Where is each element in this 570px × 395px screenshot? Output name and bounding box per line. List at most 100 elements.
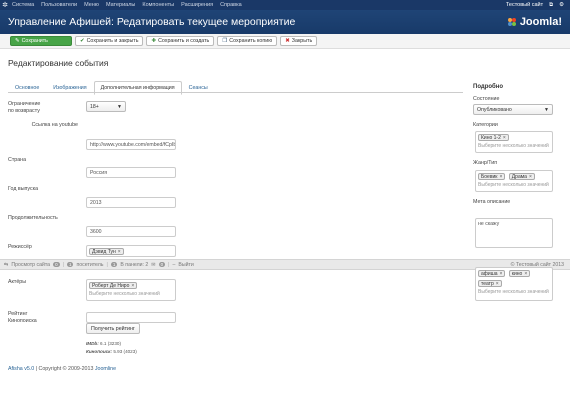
remove-chip-icon[interactable]: × (529, 174, 532, 180)
tag-chip-label: афиша (481, 270, 498, 277)
page-header: Управление Афишей: Редатировать текущее … (0, 10, 570, 34)
close-icon: ✖ (285, 38, 290, 44)
actors-placeholder: Выберите несколько значений (89, 291, 160, 297)
save-copy-label: Сохранить копию (229, 38, 273, 44)
close-button[interactable]: ✖ Закрыть (280, 36, 318, 46)
plus-icon: ✚ (151, 38, 157, 44)
divider: | (168, 261, 170, 268)
divider: | (106, 261, 108, 268)
joomline-link[interactable]: Joomline (95, 366, 116, 372)
page-title: Редактирование события (8, 58, 109, 68)
imdb-value: 6.1 (3230) (100, 341, 121, 346)
admins-badge: 1 (110, 262, 118, 267)
tag-chip[interactable]: кино × (508, 270, 531, 277)
version-link[interactable]: Afisha v5.0 (8, 366, 34, 372)
genre-placeholder: Выберите несколько значений (478, 182, 549, 188)
duration-input[interactable]: 3600 (86, 226, 176, 237)
check-icon: ✔ (80, 38, 85, 44)
actors-label: Актёры (8, 279, 27, 285)
minus-icon: – (172, 261, 176, 268)
meta-description-textarea[interactable]: не скажу (475, 218, 553, 248)
director-chip[interactable]: Дэвид Тун × (89, 248, 124, 255)
envelope-icon: ✉ (151, 261, 156, 268)
joomla-brand-text: Joomla! (519, 16, 562, 28)
remove-chip-icon[interactable]: × (524, 271, 527, 277)
youtube-input[interactable]: http://www.youtube.com/embed/fCpIbk (86, 139, 176, 150)
age-select[interactable]: 18+ ▼ (86, 101, 126, 112)
country-label: Страна (8, 157, 27, 163)
actors-multiselect[interactable]: Роберт Де Ниро × Выберите несколько знач… (86, 279, 176, 301)
menu-help[interactable]: Справка (220, 2, 242, 8)
save-copy-button[interactable]: ❐ Сохранить копию (217, 36, 278, 46)
kinopoisk-value: 5.93 (4023) (113, 349, 137, 354)
save-close-button[interactable]: ✔ Сохранить и закрыть (75, 36, 144, 46)
remove-chip-icon[interactable]: × (131, 283, 134, 289)
age-select-value: 18+ (90, 103, 99, 110)
toolbar: ✎ Сохранить ✔ Сохранить и закрыть ✚ Сохр… (0, 34, 570, 49)
edit-icon: ✎ (15, 38, 20, 44)
year-input[interactable]: 2013 (86, 197, 176, 208)
menu-users[interactable]: Пользователи (41, 2, 77, 8)
state-select[interactable]: Опубликовано ▼ (473, 104, 553, 115)
tag-chip-label: театр (481, 280, 494, 287)
genre-multiselect[interactable]: Боевик × Драма × Выберите несколько знач… (475, 170, 553, 192)
imdb-label: IMDb: (86, 341, 99, 346)
category-multiselect[interactable]: Кино 1-2 × Выберите несколько значений (475, 131, 553, 153)
tag-chip[interactable]: театр × (478, 280, 502, 287)
menu-components[interactable]: Компоненты (142, 2, 174, 8)
remove-chip-icon[interactable]: × (499, 174, 502, 180)
menu-content[interactable]: Материалы (106, 2, 135, 8)
details-heading: Подробно (473, 84, 504, 90)
director-multiselect[interactable]: Дэвид Тун × (86, 245, 176, 257)
tags-multiselect[interactable]: афиша × кино × театр × Выберите нескольк… (475, 267, 553, 301)
save-new-label: Сохранить и создать (158, 38, 210, 44)
category-label: Категории (473, 122, 498, 128)
footer: Afisha v5.0 | Copyright © 2009-2013 Joom… (8, 366, 116, 372)
logout-link[interactable]: Выйти (178, 262, 193, 268)
joomla-logo-icon[interactable]: ✲ (0, 0, 10, 10)
tags-placeholder: Выберите несколько значений (478, 289, 549, 295)
actors-chip-label: Роберт Де Ниро (92, 282, 130, 289)
footer-copyright: | Copyright © 2009-2013 (34, 366, 95, 372)
admin-top-menu: ✲ Система Пользователи Меню Материалы Ко… (0, 0, 570, 10)
genre-chip[interactable]: Драма × (508, 173, 535, 180)
year-label: Год выпуска (8, 186, 39, 192)
country-input[interactable]: Россия (86, 167, 176, 178)
kinopoisk-rating: Кинопоиск: 5.93 (4023) (86, 349, 137, 354)
tab-divider (8, 92, 463, 93)
admins-text: В панели: 2 (120, 261, 149, 268)
menu-menus[interactable]: Меню (84, 2, 99, 8)
remove-chip-icon[interactable]: × (118, 249, 121, 255)
duration-label: Продолжительность (8, 215, 58, 221)
director-chip-label: Дэвид Тун (92, 248, 116, 255)
save-close-label: Сохранить и закрыть (86, 38, 139, 44)
category-placeholder: Выберите несколько значений (478, 143, 549, 149)
menu-system[interactable]: Система (12, 2, 34, 8)
director-label: Режиссёр (8, 244, 32, 250)
chevron-down-icon: ▼ (544, 106, 549, 113)
tag-chip[interactable]: афиша × (478, 270, 506, 277)
genre-label: Жанр/Тип (473, 160, 498, 166)
category-chip[interactable]: Кино 1-2 × (478, 134, 509, 141)
save-new-button[interactable]: ✚ Сохранить и создать (146, 36, 215, 46)
kp-rating-label: Рейтинг Кинопоиска (8, 311, 37, 324)
menu-extensions[interactable]: Расширения (181, 2, 213, 8)
remove-chip-icon[interactable]: × (499, 271, 502, 277)
view-site-icon: ⇆ (4, 261, 9, 268)
remove-chip-icon[interactable]: × (496, 281, 499, 287)
genre-chip-label: Боевик (481, 173, 498, 180)
joomla-brand-icon (507, 18, 516, 26)
genre-chip[interactable]: Боевик × (478, 173, 506, 180)
page-heading: Управление Афишей: Редатировать текущее … (8, 16, 296, 28)
save-button[interactable]: ✎ Сохранить (10, 36, 72, 46)
age-label: Ограничение по возврасту (8, 101, 41, 114)
state-select-value: Опубликовано (477, 106, 512, 113)
view-site-link[interactable]: Просмотр сайта (11, 262, 50, 268)
get-rating-button[interactable]: Получить рейтинг (86, 323, 140, 334)
remove-chip-icon[interactable]: × (503, 135, 506, 141)
gear-icon[interactable]: ⚙ (559, 2, 564, 8)
actors-chip[interactable]: Роберт Де Ниро × (89, 282, 138, 289)
kp-rating-input[interactable] (86, 312, 176, 323)
site-name-link[interactable]: Тестовый сайт (506, 2, 543, 8)
visitors-badge: 1 (66, 262, 74, 267)
